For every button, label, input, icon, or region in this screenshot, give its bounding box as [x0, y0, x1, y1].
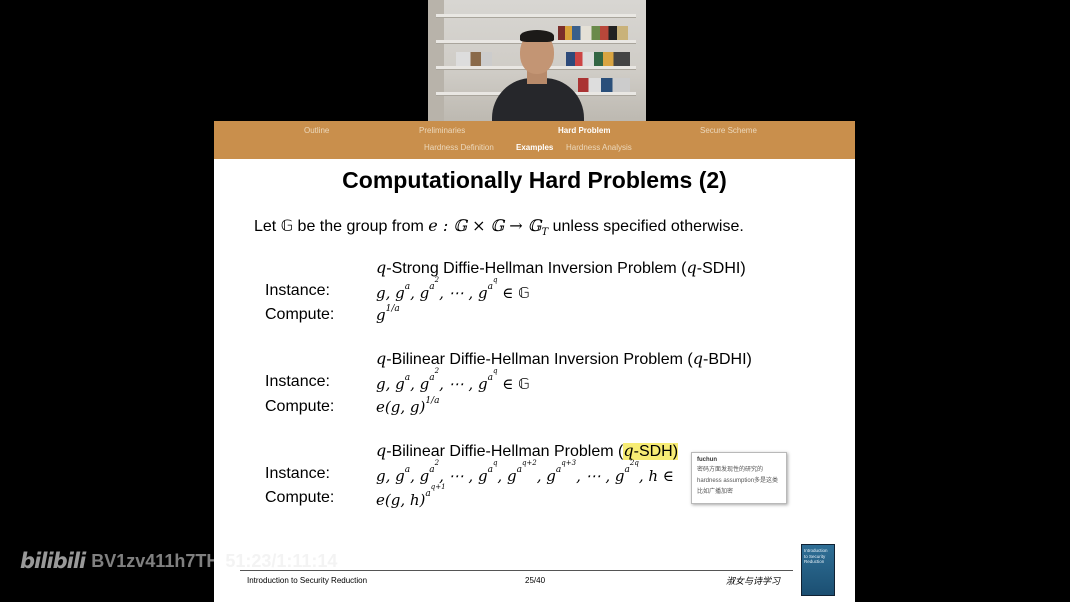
instance-label: Instance: [265, 373, 330, 390]
compute-math-bdhi: e(g, g)1/a [376, 396, 440, 416]
annotation-tooltip[interactable]: fuchun 密码方面发现性的研究的 hardness assumption多是… [691, 452, 787, 504]
compute-label: Compute: [265, 398, 335, 415]
nav-section-hard-problem[interactable]: Hard Problem [558, 126, 610, 135]
intro-sentence: Let 𝔾 be the group from e : 𝔾 × 𝔾 → 𝔾T u… [254, 216, 744, 239]
presenter [492, 78, 584, 121]
webcam-feed [428, 0, 646, 121]
nav-section-outline[interactable]: Outline [304, 126, 329, 135]
problem-title-sdhi: q-Strong Diffie-Hellman Inversion Proble… [376, 258, 746, 277]
instance-math-bdhi: g, ga, ga2, ⋯ , gaq ∈ 𝔾 [376, 367, 530, 393]
compute-math-sdhi: g1/a [376, 304, 400, 324]
instance-label: Instance: [265, 282, 330, 299]
tooltip-body: 密码方面发现性的研究的 hardness assumption多是这类 比如广播… [697, 467, 779, 495]
nav-sub-examples[interactable]: Examples [516, 143, 553, 152]
nav-sub-hardness-analysis[interactable]: Hardness Analysis [566, 143, 632, 152]
bilibili-logo-icon: bilibili [20, 549, 86, 573]
book-cover-title: Introduction to Security Reduction [804, 548, 828, 564]
compute-label: Compute: [265, 489, 335, 506]
instance-math-bdh: g, ga, ga2, ⋯ , gaq, gaq+2, gaq+3, ⋯ , g… [376, 459, 674, 485]
book-cover-image: Introduction to Security Reduction [801, 544, 835, 596]
video-watermark: bilibili BV1zv411h7TH 51:23/1:11:14 [20, 549, 337, 573]
problem-title-bdh: q-Bilinear Diffie-Hellman Problem (q-SDH… [376, 441, 679, 460]
compute-label: Compute: [265, 306, 335, 323]
slide-title: Computationally Hard Problems (2) [342, 167, 727, 193]
instance-label: Instance: [265, 465, 330, 482]
nav-section-secure-scheme[interactable]: Secure Scheme [700, 126, 757, 135]
calligraphy-signature: 淑女与诗学习 [726, 577, 781, 587]
problem-title-bdhi: q-Bilinear Diffie-Hellman Inversion Prob… [376, 349, 752, 368]
tooltip-author: fuchun [697, 457, 717, 463]
nav-section-preliminaries[interactable]: Preliminaries [419, 126, 465, 135]
footer-title: Introduction to Security Reduction [247, 576, 368, 585]
highlighted-annotation[interactable]: q-SDH) [623, 441, 679, 460]
nav-sub-hardness-definition[interactable]: Hardness Definition [424, 143, 494, 152]
slide: Outline Preliminaries Hard Problem Secur… [214, 121, 855, 602]
compute-math-bdh: e(g, h)aq+1 [376, 483, 446, 509]
instance-math-sdhi: g, ga, ga2, ⋯ , gaq ∈ 𝔾 [376, 276, 530, 302]
video-timestamp: 51:23/1:11:14 [225, 550, 338, 571]
beamer-navbar: Outline Preliminaries Hard Problem Secur… [214, 121, 855, 159]
page-number: 25/40 [525, 576, 546, 585]
video-id: BV1zv411h7TH [91, 550, 220, 571]
